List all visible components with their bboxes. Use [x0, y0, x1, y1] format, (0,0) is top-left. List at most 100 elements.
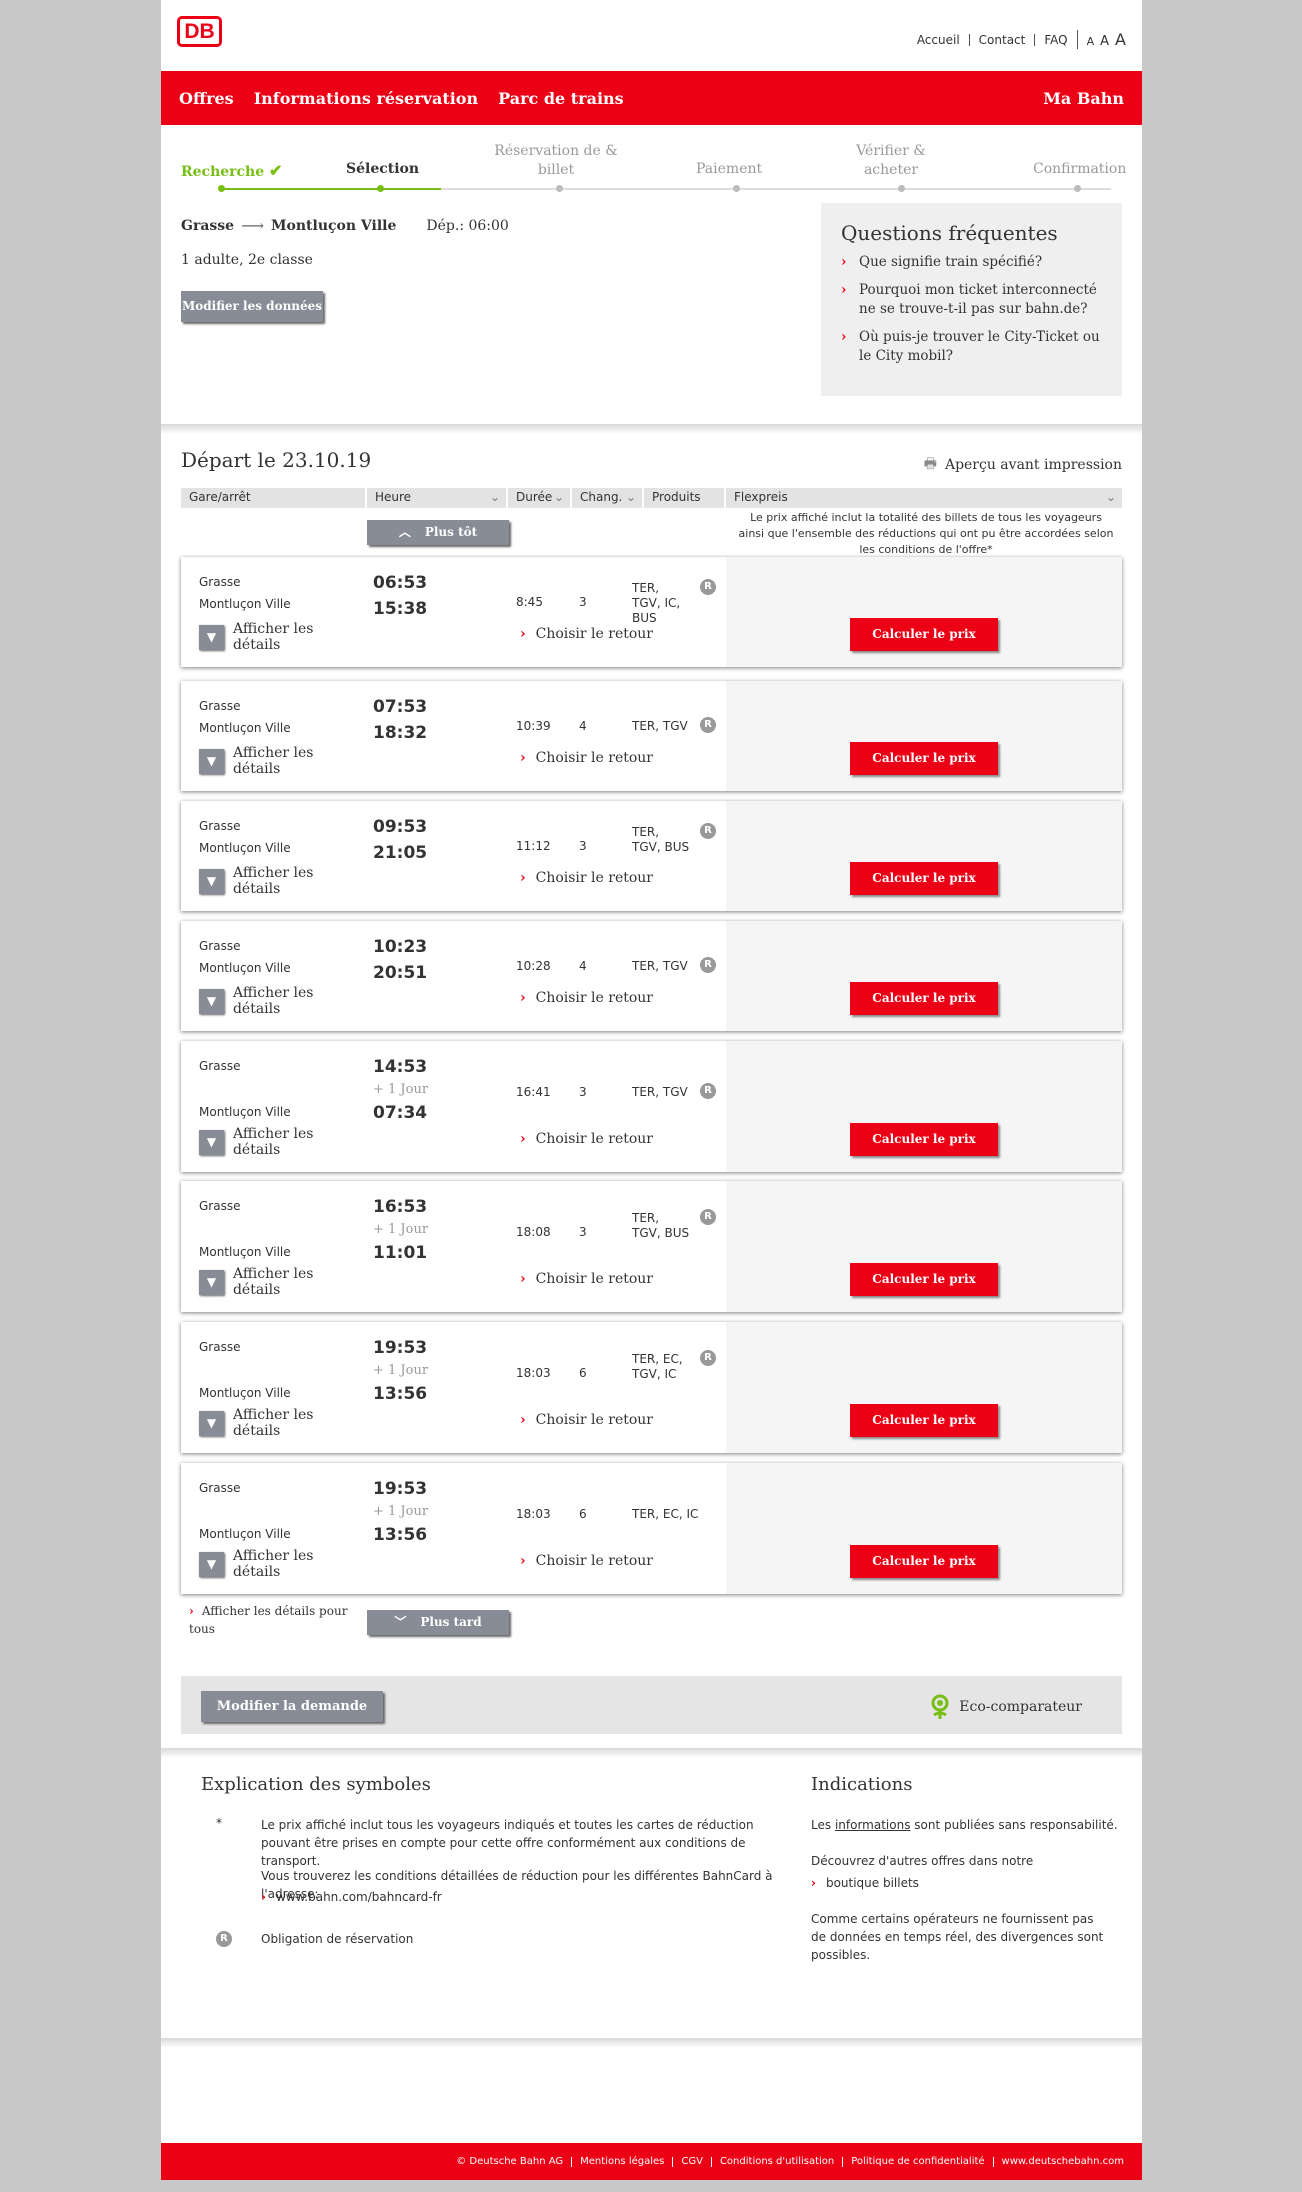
- calculate-price-button[interactable]: Calculer le prix: [850, 1123, 998, 1156]
- link-contact[interactable]: Contact: [968, 33, 1035, 46]
- show-details-toggle[interactable]: ▼ Afficher les détails: [199, 1407, 365, 1439]
- calculate-price-button[interactable]: Calculer le prix: [850, 1545, 998, 1578]
- show-details-toggle[interactable]: ▼ Afficher les détails: [199, 1126, 365, 1158]
- faq-item-3[interactable]: › Où puis-je trouver le City-Ticket ou le…: [841, 328, 1102, 366]
- step-dot-5: [898, 185, 905, 192]
- show-details-toggle[interactable]: ▼ Afficher les détails: [199, 745, 365, 777]
- link-accueil[interactable]: Accueil: [908, 34, 969, 46]
- footer-mentions[interactable]: Mentions légales: [571, 2156, 672, 2167]
- departure-station: Grasse: [199, 1481, 241, 1495]
- eco-comparator-link[interactable]: Eco-comparateur: [929, 1694, 1082, 1720]
- footer-privacy[interactable]: Politique de confidentialité: [842, 2156, 992, 2167]
- connection-row[interactable]: Grasse Montluçon Ville ▼ Afficher les dét…: [181, 801, 1122, 911]
- footer-copyright: © Deutsche Bahn AG: [456, 2155, 564, 2167]
- departure-station: Grasse: [199, 939, 241, 953]
- section-divider: [161, 424, 1142, 434]
- show-details-toggle[interactable]: ▼ Afficher les détails: [199, 621, 365, 653]
- choose-return-link[interactable]: › Choisir le retour: [520, 990, 653, 1006]
- col-duration[interactable]: Durée ⌄: [508, 488, 570, 508]
- nav-offres[interactable]: Offres: [179, 89, 234, 108]
- choose-return-link[interactable]: › Choisir le retour: [520, 750, 653, 766]
- check-icon: ✔: [269, 161, 283, 180]
- details-cell: 18:03 6 TER, EC, IC › Choisir le retour: [508, 1463, 726, 1594]
- font-large[interactable]: A: [1115, 30, 1126, 49]
- earlier-button[interactable]: ︿ Plus tôt: [367, 520, 509, 545]
- chevron-down-icon: ▼: [199, 1269, 224, 1295]
- later-button[interactable]: ﹀ Plus tard: [367, 1610, 509, 1635]
- choose-return-link[interactable]: › Choisir le retour: [520, 1271, 653, 1287]
- price-cell: Calculer le prix: [726, 1463, 1122, 1594]
- col-time[interactable]: Heure ⌄: [367, 488, 506, 508]
- choose-return-link[interactable]: › Choisir le retour: [520, 1553, 653, 1569]
- footer-cgv[interactable]: CGV: [672, 2156, 711, 2167]
- next-day-label: + 1 Jour: [373, 1082, 429, 1097]
- reservation-required-icon: R: [216, 1931, 232, 1947]
- reservation-required-icon: R: [700, 579, 716, 595]
- show-details-toggle[interactable]: ▼ Afficher les détails: [199, 1266, 365, 1298]
- show-all-details-link[interactable]: › Afficher les détails pour tous: [189, 1602, 349, 1638]
- product-line: TER, TGV: [632, 719, 688, 733]
- arrival-time: 20:51: [373, 963, 428, 983]
- connection-row[interactable]: Grasse Montluçon Ville ▼ Afficher les dét…: [181, 1463, 1122, 1594]
- connection-row[interactable]: Grasse Montluçon Ville ▼ Afficher les dét…: [181, 921, 1122, 1031]
- indications-line3: Comme certains opérateurs ne fournissent…: [811, 1912, 1104, 1962]
- nav-informations[interactable]: Informations réservation: [254, 89, 478, 108]
- db-logo[interactable]: DB: [177, 16, 222, 47]
- connection-row[interactable]: Grasse Montluçon Ville ▼ Afficher les dét…: [181, 681, 1122, 791]
- col-changes[interactable]: Chang. ⌄: [572, 488, 642, 508]
- faq-box: Questions fréquentes › Que signifie train…: [821, 203, 1122, 396]
- departure-time: 07:53: [373, 697, 428, 717]
- chevron-right-icon: ›: [520, 1271, 526, 1287]
- connection-row[interactable]: Grasse Montluçon Ville ▼ Afficher les dét…: [181, 1322, 1122, 1453]
- informations-link[interactable]: informations: [835, 1818, 911, 1832]
- step-dot-1: [218, 185, 225, 192]
- bahncard-link[interactable]: › www.bahn.com/bahncard-fr: [261, 1890, 442, 1904]
- faq-item-1[interactable]: › Que signifie train spécifié?: [841, 253, 1102, 272]
- modify-data-button[interactable]: Modifier les données: [181, 291, 323, 322]
- choose-return-link[interactable]: › Choisir le retour: [520, 870, 653, 886]
- nav-ma-bahn[interactable]: Ma Bahn: [1043, 89, 1124, 108]
- col-flexpreis[interactable]: Flexpreis ⌄: [726, 488, 1122, 508]
- link-faq[interactable]: FAQ: [1034, 33, 1076, 46]
- choose-return-link[interactable]: › Choisir le retour: [520, 1131, 653, 1147]
- product-line: TER,: [632, 581, 660, 595]
- price-cell: Calculer le prix: [726, 557, 1122, 667]
- step-recherche[interactable]: Recherche ✔: [181, 161, 282, 180]
- changes-count: 6: [579, 1507, 587, 1521]
- choose-return-link[interactable]: › Choisir le retour: [520, 626, 653, 642]
- top-links: Accueil Contact FAQ A A A: [908, 30, 1126, 49]
- show-details-toggle[interactable]: ▼ Afficher les détails: [199, 865, 365, 897]
- step-dot-3: [556, 185, 563, 192]
- boutique-link[interactable]: › boutique billets: [811, 1876, 919, 1890]
- calculate-price-button[interactable]: Calculer le prix: [850, 742, 998, 775]
- footer-conditions[interactable]: Conditions d'utilisation: [710, 2156, 842, 2167]
- details-cell: 8:45 3 TER, TGV, IC, BUS R › Choisir le ret…: [508, 557, 726, 667]
- connection-row[interactable]: Grasse Montluçon Ville ▼ Afficher les dét…: [181, 1181, 1122, 1312]
- choose-return-link[interactable]: › Choisir le retour: [520, 1412, 653, 1428]
- calculate-price-button[interactable]: Calculer le prix: [850, 1404, 998, 1437]
- faq-item-2[interactable]: › Pourquoi mon ticket interconnecté ne se…: [841, 281, 1102, 319]
- footer-website[interactable]: www.deutschebahn.com: [992, 2156, 1132, 2167]
- calculate-price-button[interactable]: Calculer le prix: [850, 618, 998, 651]
- calculate-price-button[interactable]: Calculer le prix: [850, 862, 998, 895]
- font-small[interactable]: A: [1087, 35, 1095, 48]
- calculate-price-button[interactable]: Calculer le prix: [850, 1263, 998, 1296]
- modify-request-button[interactable]: Modifier la demande: [201, 1691, 383, 1722]
- font-medium[interactable]: A: [1100, 34, 1109, 49]
- product-line: TER, EC,: [632, 1352, 683, 1366]
- calculate-price-button[interactable]: Calculer le prix: [850, 982, 998, 1015]
- progress-fill: [221, 188, 441, 190]
- reservation-required-icon: R: [700, 823, 716, 839]
- connection-row[interactable]: Grasse Montluçon Ville ▼ Afficher les dét…: [181, 1041, 1122, 1172]
- arrival-station: Montluçon Ville: [199, 961, 291, 975]
- print-preview-link[interactable]: 🖶 Aperçu avant impression: [924, 453, 1122, 477]
- connection-row[interactable]: Grasse Montluçon Ville ▼ Afficher les dét…: [181, 557, 1122, 667]
- nav-parc[interactable]: Parc de trains: [498, 89, 624, 108]
- eco-leaf-icon: [931, 1694, 949, 1719]
- show-details-toggle[interactable]: ▼ Afficher les détails: [199, 1548, 365, 1580]
- show-details-toggle[interactable]: ▼ Afficher les détails: [199, 985, 365, 1017]
- station-cell: Grasse Montluçon Ville ▼ Afficher les dét…: [181, 1463, 365, 1594]
- chevron-right-icon: ›: [520, 1553, 526, 1569]
- station-cell: Grasse Montluçon Ville ▼ Afficher les dét…: [181, 1322, 365, 1453]
- reservation-explanation: Obligation de réservation: [261, 1932, 414, 1946]
